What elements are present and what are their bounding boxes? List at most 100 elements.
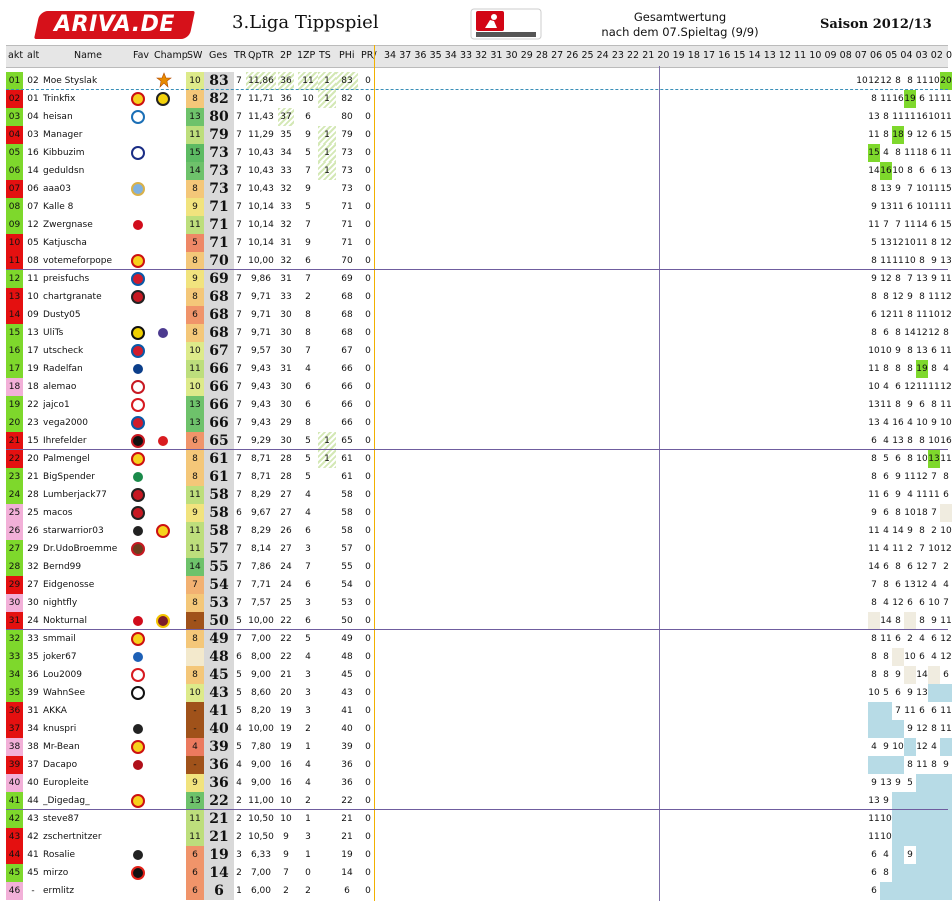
round-header[interactable]: 17 [703,50,715,61]
table-row[interactable]: 19 22 jajco1 13 66 7 9,43 30 6 66 0 13 11 8 9 6 8 11 [6,396,952,414]
table-row[interactable]: 20 23 vega2000 13 66 7 9,43 29 8 66 0 13 4 16 4 10 9 10 [6,414,952,432]
table-row[interactable]: 35 39 WahnSee 10 43 5 8,60 20 3 43 0 10 5 6 9 13 [6,684,952,702]
player-name[interactable]: votemeforpope [43,252,133,270]
player-name[interactable]: vega2000 [43,414,133,432]
player-name[interactable]: nightfly [43,594,133,612]
round-header[interactable]: 04 [900,50,912,61]
player-name[interactable]: Lou2009 [43,666,133,684]
player-name[interactable]: aaa03 [43,180,133,198]
table-row[interactable]: 10 05 Katjuscha 5 71 7 10,14 31 9 71 0 5 13 12 10 11 8 12 [6,234,952,252]
table-row[interactable]: 21 15 Ihrefelder 6 65 7 9,29 30 5 1 65 0 6 4 13 8 8 10 16 [6,432,952,450]
round-header[interactable]: 18 [688,50,700,61]
round-header[interactable]: 07 [855,50,867,61]
table-row[interactable]: 22 20 Palmengel 8 61 7 8,71 28 5 1 61 0 8 5 6 8 10 13 11 [6,450,952,468]
round-header[interactable]: 34 [384,50,396,61]
player-name[interactable]: alemao [43,378,133,396]
table-row[interactable]: 15 13 UliTs 8 68 7 9,71 30 8 68 0 8 6 8 14 12 12 8 [6,324,949,342]
col-name[interactable]: Name [74,50,102,61]
table-row[interactable]: 02 01 Trinkfix 8 82 7 11,71 36 10 1 82 0 8 11 16 19 6 11 1… [6,90,952,108]
round-header[interactable]: 16 [718,50,730,61]
table-row[interactable]: 41 44 _Digedag_ 13 22 2 11,00 10 2 22 0 13 9 [6,792,952,810]
table-row[interactable]: 25 25 macos 9 58 6 9,67 27 4 58 0 9 6 8 10 18 7 [6,504,952,522]
table-row[interactable]: 03 04 heisan 13 80 7 11,43 37 6 80 0 13 8 11 11 16 10 11 [6,108,952,126]
round-header[interactable]: 21 [642,50,654,61]
table-row[interactable]: 44 41 Rosalie 6 19 3 6,33 9 1 19 0 6 4 9 [6,846,952,864]
table-row[interactable]: 08 07 Kalle 8 9 71 7 10,14 33 5 71 0 9 13 11 6 10 11 11 [6,198,952,216]
round-header[interactable]: 19 [673,50,685,61]
table-row[interactable]: 36 31 AKKA -41 5 8,20 19 3 41 0 7 11 6 6 11 [6,702,952,720]
table-row[interactable]: 06 14 geduldsn 14 73 7 10,43 33 7 1 73 0 14 16 10 8 6 6 13 [6,162,952,180]
round-header[interactable]: 36 [414,50,426,61]
table-row[interactable]: 33 35 joker67 48 6 8,00 22 4 48 0 8 8 10 6 4 12 [6,648,952,666]
player-name[interactable]: Europleite [43,774,133,792]
table-row[interactable]: 40 40 Europleite 9 36 4 9,00 16 4 36 0 9 13 9 5 [6,774,952,792]
player-name[interactable]: Dusty05 [43,306,133,324]
player-name[interactable]: Rosalie [43,846,133,864]
table-row[interactable]: 27 29 Dr.UdoBroemme 11 57 7 8,14 27 3 57 0 11 4 11 2 7 1… [6,540,952,558]
col-fav[interactable]: Fav [133,50,149,61]
round-header[interactable]: 34 [445,50,457,61]
round-header[interactable]: 12 [779,50,791,61]
table-row[interactable]: 01 02 Moe Styslak 10 83 7 11,86 36 11 1 83 0 10 12 12 8… [6,72,952,90]
col-ges[interactable]: Ges [209,50,227,61]
player-name[interactable]: smmail [43,630,133,648]
player-name[interactable]: AKKA [43,702,133,720]
player-name[interactable]: mirzo [43,864,133,882]
col-champ[interactable]: Champ [154,50,188,61]
round-header[interactable]: 22 [627,50,639,61]
table-row[interactable]: 46- ermlitz 6 6 1 6,00 2 2 6 0 6 [6,882,952,900]
player-name[interactable]: Bernd99 [43,558,133,576]
col-alt[interactable]: alt [27,50,39,61]
player-name[interactable]: UliTs [43,324,133,342]
round-header[interactable]: 25 [581,50,593,61]
player-name[interactable]: Kibbuzim [43,144,133,162]
col-qptr[interactable]: QpTR [248,50,274,61]
player-name[interactable]: Manager [43,126,133,144]
table-row[interactable]: 42 43 steve87 11 21 2 10,50 10 1 21 0 11 10 [6,810,952,828]
round-header[interactable]: 20 [657,50,669,61]
round-header[interactable]: 05 [885,50,897,61]
ariva-logo[interactable]: ARIVA.DE [34,11,195,39]
player-name[interactable]: steve87 [43,810,133,828]
col-phi[interactable]: PHi [339,50,355,61]
round-header[interactable]: 30 [506,50,518,61]
table-row[interactable]: 18 18 alemao 10 66 7 9,43 30 6 66 0 10 4 6 12 11 11 12 [6,378,952,396]
col-1zp[interactable]: 1ZP [297,50,315,61]
table-row[interactable]: 14 09 Dusty05 6 68 7 9,71 30 8 68 0 6 12 11 8 11 10 12 [6,306,952,324]
round-header[interactable]: 09 [824,50,836,61]
round-header[interactable]: 37 [399,50,411,61]
player-name[interactable]: Dacapo [43,756,133,774]
player-name[interactable]: Trinkfix [43,90,133,108]
round-header[interactable]: 35 [430,50,442,61]
player-name[interactable]: Palmengel [43,450,133,468]
col-ts[interactable]: TS [319,50,331,61]
table-row[interactable]: 11 08 votemeforpope 8 70 7 10,00 32 6 70 0 8 11 11 10 8… [6,252,952,270]
round-header[interactable]: 32 [475,50,487,61]
player-name[interactable]: Zwergnase [43,216,133,234]
round-header[interactable]: 11 [794,50,806,61]
table-row[interactable]: 12 11 preisfuchs 9 69 7 9,86 31 7 69 0 9 12 8 7 13 9 11 [6,270,952,288]
table-row[interactable]: 29 27 Eidgenosse 7 54 7 7,71 24 6 54 0 7 8 6 13 12 4 4 [6,576,949,594]
table-row[interactable]: 43 42 zschertnitzer 11 21 2 10,50 9 3 21 0 11 10 [6,828,952,846]
table-row[interactable]: 31 24 Nokturnal -50 5 10,00 22 6 50 0 14 8 8 9 11 [6,612,952,630]
player-name[interactable]: WahnSee [43,684,133,702]
table-row[interactable]: 24 28 Lumberjack77 11 58 7 8,29 27 4 58 0 11 6 9 4 11 11… [6,486,949,504]
player-name[interactable]: Moe Styslak [43,72,133,90]
round-header[interactable]: 03 [916,50,928,61]
table-row[interactable]: 28 32 Bernd99 14 55 7 7,86 24 7 55 0 14 6 8 6 12 7 2 [6,558,949,576]
player-name[interactable]: Katjuscha [43,234,133,252]
player-name[interactable]: _Digedag_ [43,792,133,810]
table-row[interactable]: 30 30 nightfly 8 53 7 7,57 25 3 53 0 8 4 12 6 6 10 7 [6,594,949,612]
col-tr[interactable]: TR [234,50,246,61]
round-header[interactable]: 33 [460,50,472,61]
player-name[interactable]: Nokturnal [43,612,133,630]
player-name[interactable]: zschertnitzer [43,828,133,846]
table-row[interactable]: 13 10 chartgranate 8 68 7 9,71 33 2 68 0 8 8 12 9 8 11 12 [6,288,952,306]
table-row[interactable]: 32 33 smmail 8 49 7 7,00 22 5 49 0 8 11 6 2 4 6 12 [6,630,952,648]
table-row[interactable]: 17 19 Radelfan 11 66 7 9,43 31 4 66 0 11 8 8 8 19 8 4 [6,360,949,378]
player-name[interactable]: Lumberjack77 [43,486,133,504]
player-name[interactable]: jajco1 [43,396,133,414]
player-name[interactable]: Radelfan [43,360,133,378]
player-name[interactable]: Mr-Bean [43,738,133,756]
round-header[interactable]: 15 [733,50,745,61]
